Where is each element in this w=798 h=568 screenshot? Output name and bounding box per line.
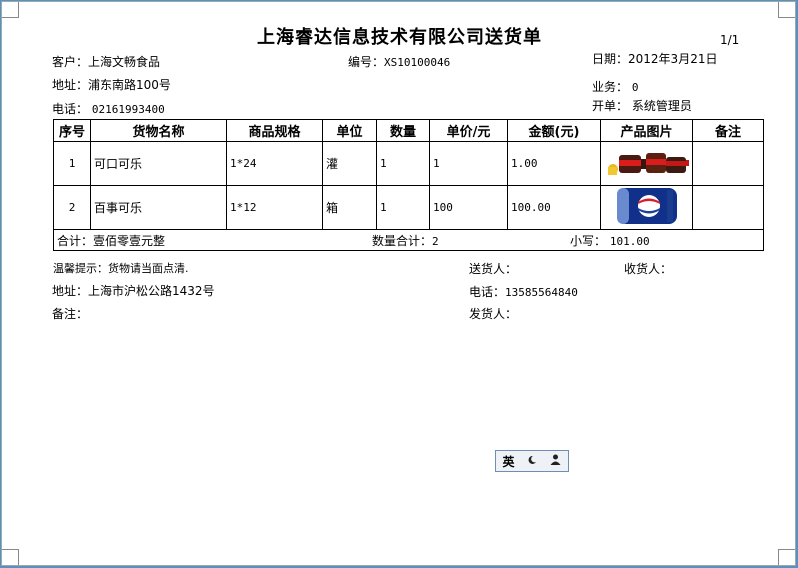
- product-image-cell: [600, 141, 693, 186]
- quantity-total: 数量合计：2: [372, 234, 439, 248]
- amount-small: 小写： 101.00: [570, 234, 650, 248]
- crop-mark: [18, 549, 35, 565]
- product-spec: 1*12: [226, 185, 323, 230]
- summary-cell: 合计：壹佰零壹元整 数量合计：2 小写： 101.00: [53, 229, 764, 251]
- cola-bottles-image: [607, 153, 689, 175]
- product-unit: 灌: [322, 141, 377, 186]
- product-unit: 箱: [322, 185, 377, 230]
- column-header: 备注: [692, 119, 764, 142]
- product-price: 100: [429, 185, 508, 230]
- product-amount: 1.00: [507, 141, 601, 186]
- column-header: 产品图片: [600, 119, 693, 142]
- product-note: [692, 185, 764, 230]
- product-qty: 1: [376, 185, 430, 230]
- tip-text: 温馨提示：货物请当面点清.: [53, 262, 189, 275]
- product-spec: 1*24: [226, 141, 323, 186]
- total-in-words: 合计：壹佰零壹元整: [57, 233, 166, 248]
- table-header-row: 序号 货物名称 商品规格 单位 数量 单价/元 金额(元) 产品图片 备注: [53, 119, 764, 142]
- crop-mark: [762, 2, 779, 18]
- column-header: 单位: [322, 119, 377, 142]
- items-table: 序号 货物名称 商品规格 单位 数量 单价/元 金额(元) 产品图片 备注 1 …: [53, 119, 764, 251]
- phone-field: 电话： 02161993400: [52, 102, 165, 116]
- product-note: [692, 141, 764, 186]
- summary-row: 合计：壹佰零壹元整 数量合计：2 小写： 101.00: [53, 229, 764, 251]
- moon-icon[interactable]: [527, 454, 537, 468]
- remark-label: 备注：: [52, 307, 89, 321]
- maker-field: 开单： 系统管理员: [592, 99, 692, 113]
- date-field: 日期：2012年3月21日: [592, 52, 718, 66]
- column-header: 单价/元: [429, 119, 508, 142]
- crop-mark: [18, 2, 35, 18]
- row-number: 2: [53, 185, 91, 230]
- delivery-note-page: 上海睿达信息技术有限公司送货单 1/1 客户：上海文畅食品 编号：XS10100…: [1, 1, 796, 566]
- product-name: 可口可乐: [90, 141, 227, 186]
- product-image-cell: [600, 185, 693, 230]
- crop-mark: [779, 533, 795, 550]
- footer-address: 地址：上海市沪松公路1432号: [52, 284, 215, 298]
- product-name: 百事可乐: [90, 185, 227, 230]
- sender-label: 送货人：: [469, 262, 518, 276]
- product-price: 1: [429, 141, 508, 186]
- user-icon[interactable]: [550, 454, 561, 468]
- table-row: 1 可口可乐 1*24 灌 1 1 1.00: [53, 141, 764, 186]
- column-header: 货物名称: [90, 119, 227, 142]
- receiver-label: 收货人：: [624, 262, 673, 276]
- crop-mark: [762, 549, 779, 565]
- document-title: 上海睿达信息技术有限公司送货单: [257, 27, 542, 48]
- row-number: 1: [53, 141, 91, 186]
- pepsi-can-image: [606, 186, 687, 226]
- column-header: 序号: [53, 119, 91, 142]
- table-row: 2 百事可乐 1*12 箱 1 100 100.00: [53, 185, 764, 230]
- column-header: 金额(元): [507, 119, 601, 142]
- order-number: 编号：XS10100046: [348, 55, 451, 69]
- crop-mark: [2, 533, 18, 550]
- page-number: 1/1: [720, 33, 740, 47]
- footer-phone: 电话：13585564840: [469, 285, 578, 299]
- ime-toolbar[interactable]: 英: [495, 450, 569, 472]
- column-header: 商品规格: [226, 119, 323, 142]
- column-header: 数量: [376, 119, 430, 142]
- product-amount: 100.00: [507, 185, 601, 230]
- customer-field: 客户：上海文畅食品: [52, 55, 161, 69]
- business-field: 业务： 0: [592, 80, 639, 94]
- product-qty: 1: [376, 141, 430, 186]
- ime-language-toggle[interactable]: 英: [502, 453, 514, 470]
- address-field: 地址：浦东南路100号: [52, 78, 171, 92]
- shipper-label: 发货人：: [469, 307, 518, 321]
